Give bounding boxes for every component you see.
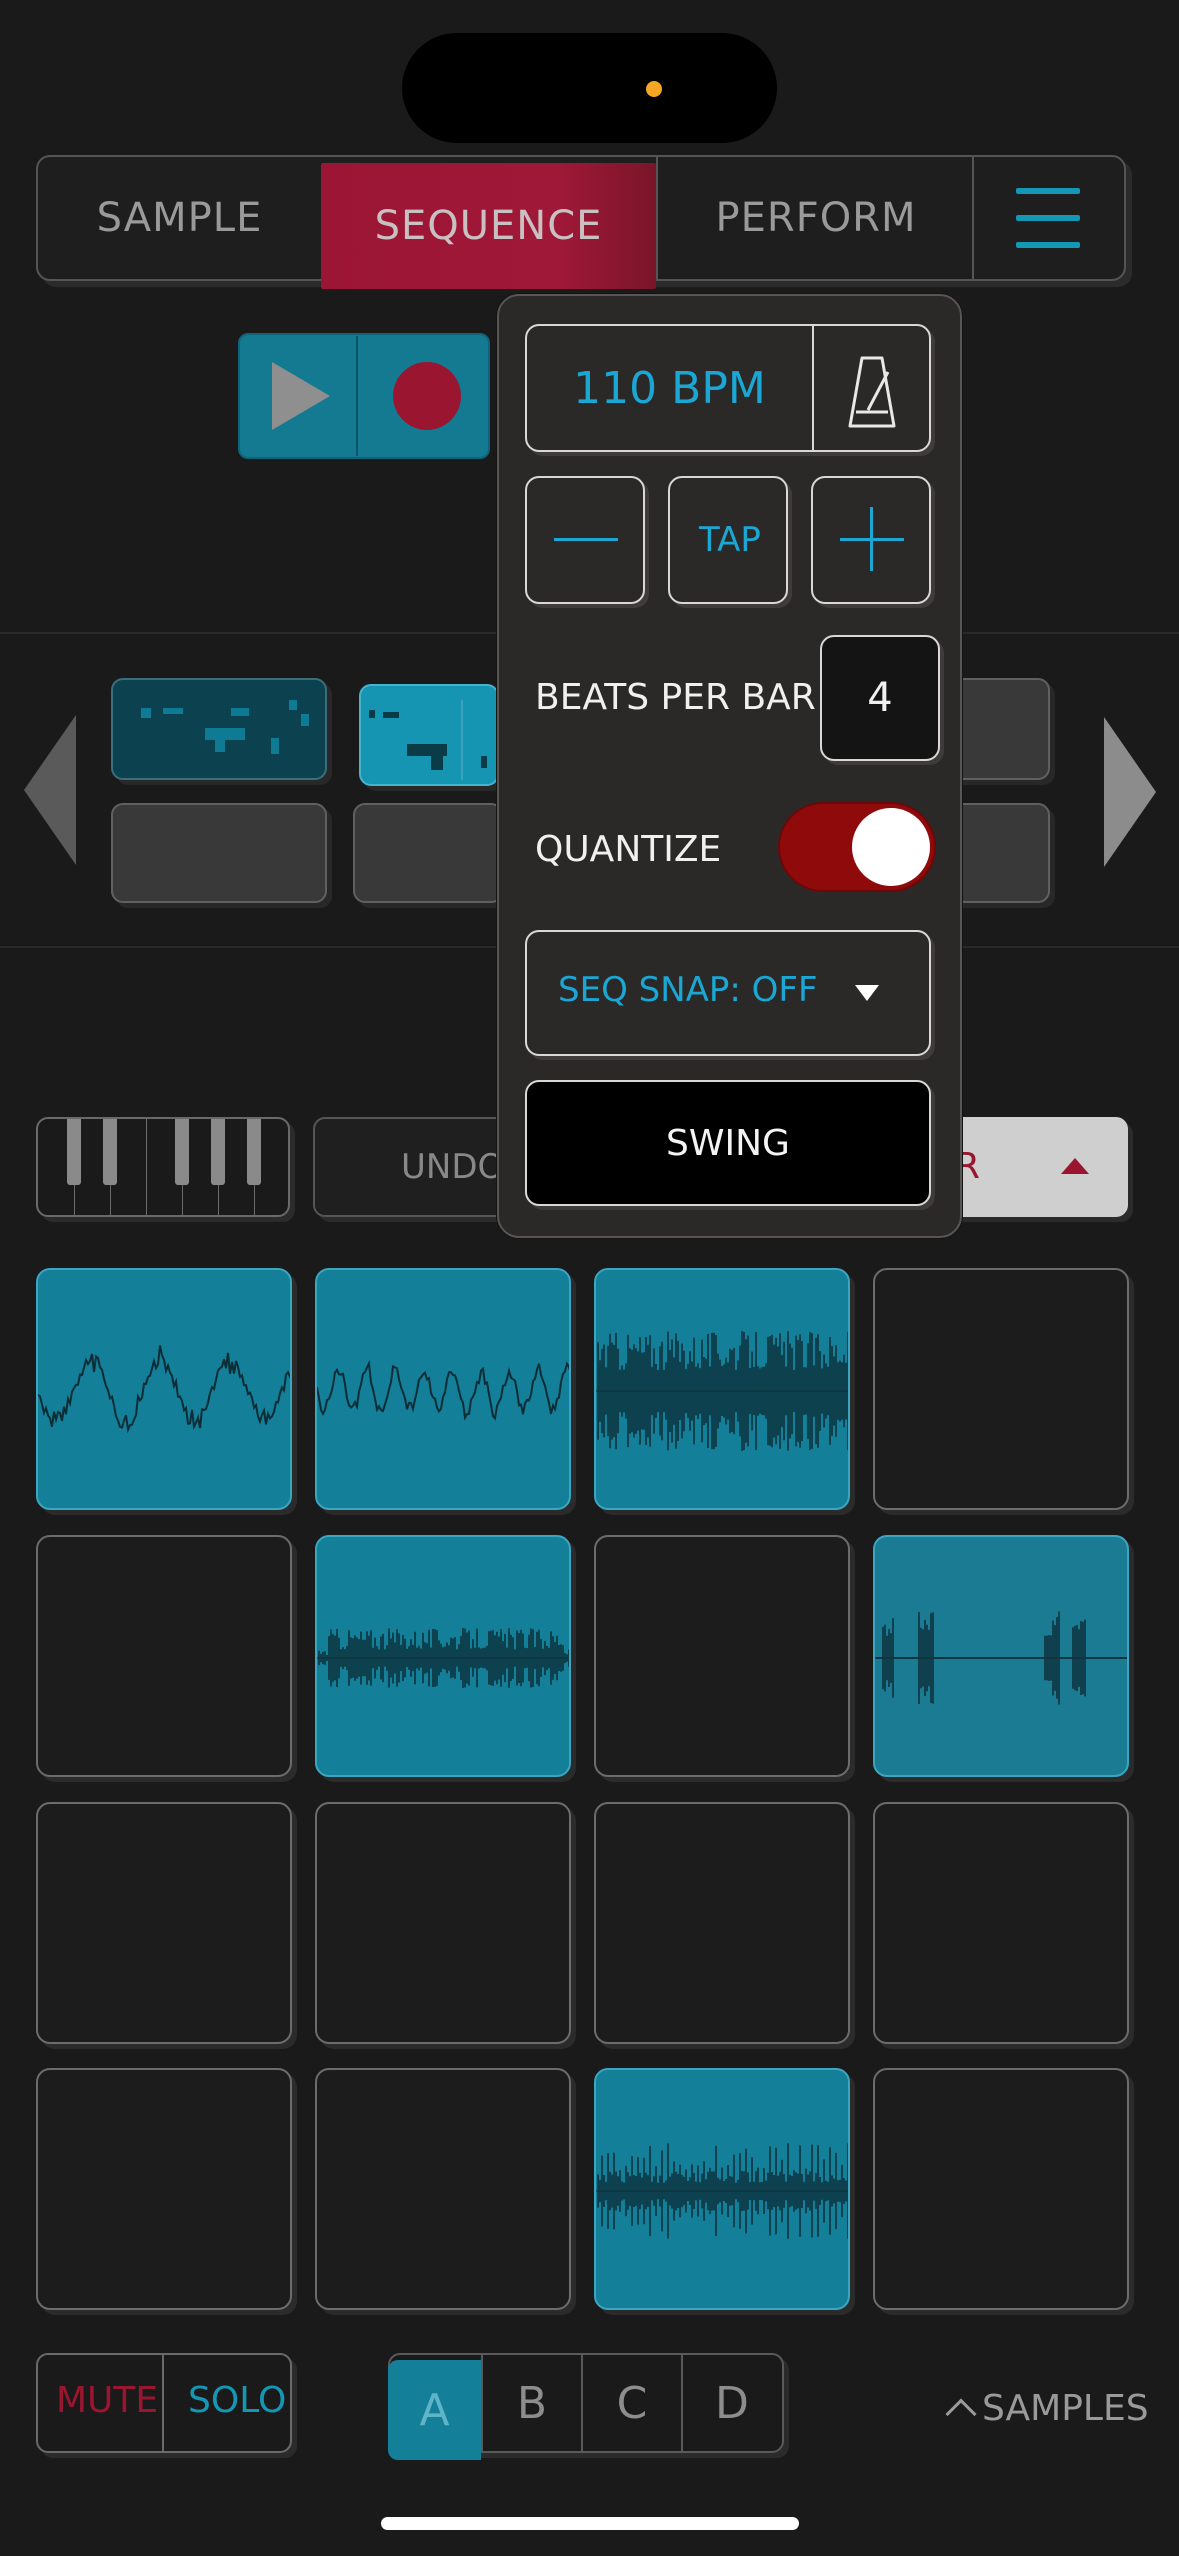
pad-16[interactable] — [873, 2068, 1129, 2310]
waveform — [596, 1331, 848, 1451]
pad-6[interactable] — [315, 1535, 571, 1777]
beats-per-bar-label: BEATS PER BAR — [535, 677, 816, 718]
pad-1[interactable] — [36, 1268, 292, 1510]
transport-divider — [356, 336, 358, 456]
pattern-slot-6[interactable] — [353, 803, 503, 903]
chevron-up-icon — [945, 2397, 977, 2430]
minus-icon — [554, 538, 618, 541]
mute-button[interactable]: MUTE — [56, 2380, 158, 2421]
mute-solo-divider — [162, 2355, 164, 2451]
bank-a-button[interactable]: A — [388, 2360, 481, 2460]
quantize-label: QUANTIZE — [535, 829, 722, 870]
swing-button[interactable]: SWING — [525, 1080, 931, 1206]
waveform — [38, 1345, 290, 1434]
pad-4[interactable] — [873, 1268, 1129, 1510]
tab-sample[interactable]: SAMPLE — [38, 155, 321, 281]
record-icon[interactable] — [393, 362, 461, 430]
piano-keyboard-icon[interactable] — [36, 1117, 290, 1217]
bpm-divider — [812, 326, 814, 450]
bpm-value[interactable]: 110 BPM — [527, 326, 812, 450]
pad-11[interactable] — [594, 1802, 850, 2044]
pad-7[interactable] — [594, 1535, 850, 1777]
pad-3[interactable] — [594, 1268, 850, 1510]
samples-button[interactable]: SAMPLES — [945, 2388, 1149, 2430]
bank-b-button[interactable]: B — [481, 2353, 581, 2453]
seq-snap-label: SEQ SNAP: OFF — [558, 970, 818, 1010]
chevron-left-icon[interactable] — [24, 715, 76, 865]
plus-icon-vertical — [870, 507, 873, 571]
bank-c-button[interactable]: C — [581, 2353, 681, 2453]
pad-8[interactable] — [873, 1535, 1129, 1777]
bank-d-button[interactable]: D — [681, 2353, 781, 2453]
pad-12[interactable] — [873, 1802, 1129, 2044]
tab-perform[interactable]: PERFORM — [656, 155, 974, 281]
pattern-slot-1[interactable] — [111, 678, 327, 780]
tap-label: TAP — [699, 520, 761, 560]
metronome-icon[interactable] — [846, 354, 898, 430]
home-indicator[interactable] — [381, 2517, 799, 2530]
pattern-slot-5[interactable] — [111, 803, 327, 903]
undo-label: UNDO — [401, 1147, 505, 1187]
waveform — [317, 1628, 569, 1688]
play-icon[interactable] — [272, 362, 330, 430]
waveform — [317, 1359, 569, 1421]
hamburger-menu-icon[interactable] — [1016, 188, 1084, 248]
pad-15[interactable] — [594, 2068, 850, 2310]
pad-14[interactable] — [315, 2068, 571, 2310]
pad-10[interactable] — [315, 1802, 571, 2044]
pad-9[interactable] — [36, 1802, 292, 2044]
solo-button[interactable]: SOLO — [188, 2380, 286, 2421]
waveform — [875, 1611, 1127, 1705]
chevron-right-icon[interactable] — [1104, 717, 1156, 867]
quantize-toggle-knob[interactable] — [852, 808, 930, 886]
pad-2[interactable] — [315, 1268, 571, 1510]
waveform — [596, 2143, 848, 2239]
tab-sequence[interactable]: SEQUENCE — [321, 163, 656, 289]
samples-label: SAMPLES — [982, 2388, 1149, 2429]
pattern-slot-2[interactable] — [359, 684, 499, 786]
privacy-indicator — [646, 81, 662, 97]
undo-button[interactable]: UNDO — [313, 1117, 513, 1217]
caret-down-icon — [855, 985, 879, 1001]
dynamic-island — [402, 33, 777, 143]
pad-5[interactable] — [36, 1535, 292, 1777]
beats-per-bar-field[interactable]: 4 — [820, 635, 940, 761]
caret-up-icon — [1061, 1158, 1089, 1174]
pad-13[interactable] — [36, 2068, 292, 2310]
